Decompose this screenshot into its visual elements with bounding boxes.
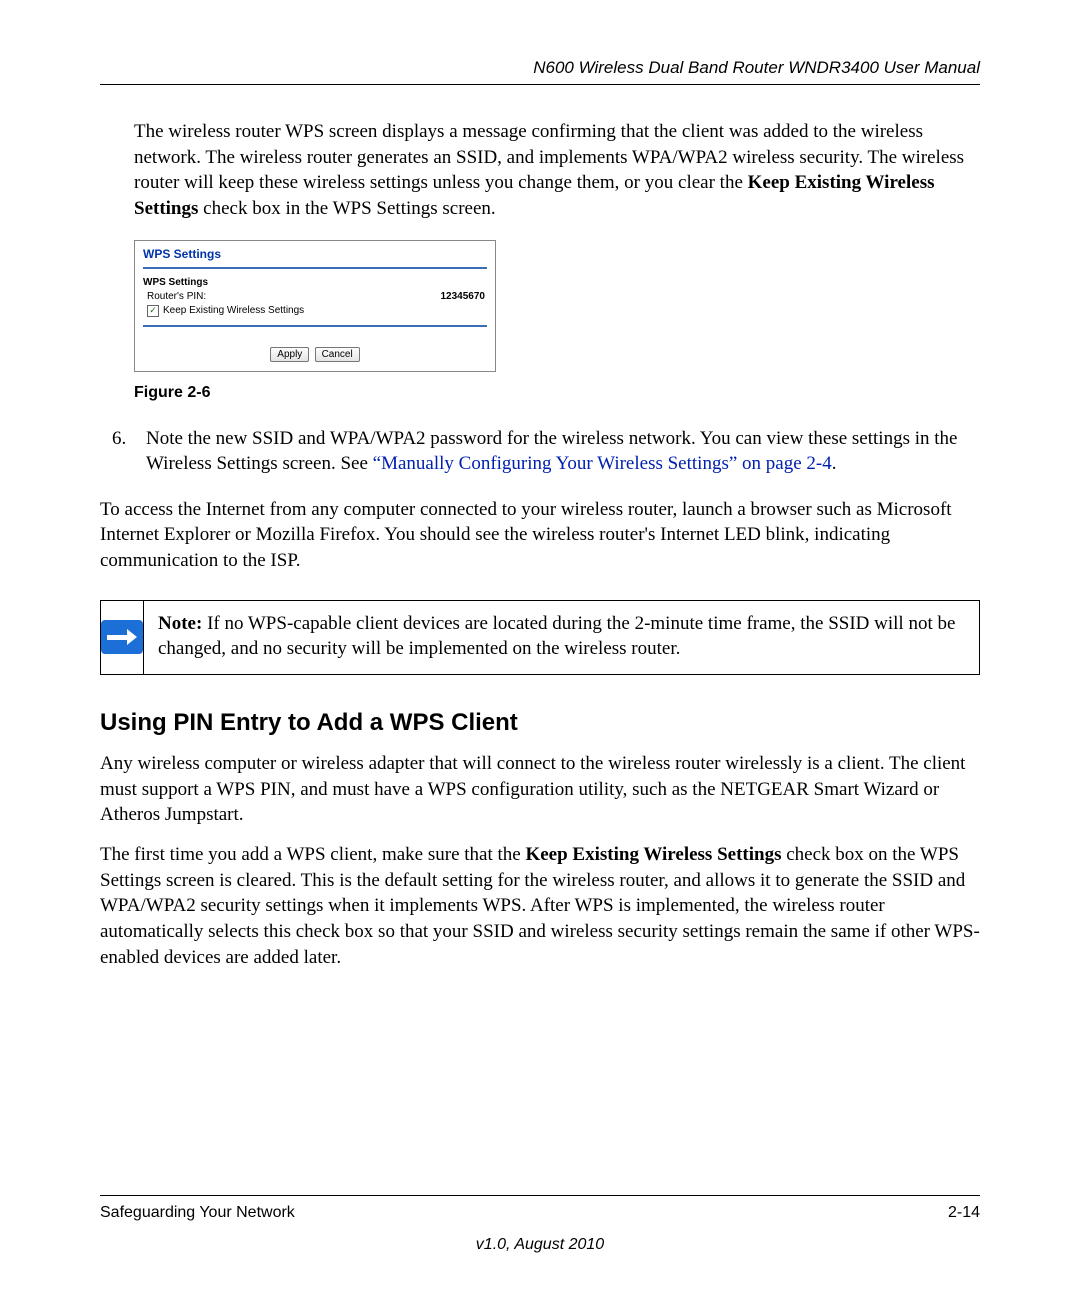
router-pin-label: Router's PIN: — [147, 291, 206, 302]
note-icon-cell — [101, 601, 144, 674]
para2-pre: The first time you add a WPS client, mak… — [100, 844, 525, 865]
pin-paragraph-2: The first time you add a WPS client, mak… — [100, 842, 980, 970]
page-header: N600 Wireless Dual Band Router WNDR3400 … — [100, 58, 980, 85]
router-pin-value: 12345670 — [441, 291, 486, 302]
para2-bold: Keep Existing Wireless Settings — [525, 844, 781, 865]
panel-title: WPS Settings — [135, 241, 495, 263]
step6-post: . — [832, 453, 837, 474]
keep-settings-checkbox[interactable]: ✓ — [147, 305, 159, 317]
note-text: Note: If no WPS-capable client devices a… — [144, 601, 979, 674]
keep-settings-label: Keep Existing Wireless Settings — [163, 305, 304, 316]
panel-divider — [143, 267, 487, 269]
cancel-button[interactable]: Cancel — [315, 347, 360, 362]
footer-right: 2-14 — [948, 1204, 980, 1222]
step-6: 6. Note the new SSID and WPA/WPA2 passwo… — [100, 426, 980, 477]
note-body: If no WPS-capable client devices are loc… — [158, 613, 955, 660]
note-label: Note: — [158, 613, 202, 634]
figure-caption: Figure 2-6 — [134, 384, 980, 402]
footer-left: Safeguarding Your Network — [100, 1204, 295, 1222]
wps-settings-panel: WPS Settings WPS Settings Router's PIN: … — [134, 240, 496, 372]
section-heading: Using PIN Entry to Add a WPS Client — [100, 709, 980, 737]
intro-paragraph: The wireless router WPS screen displays … — [134, 119, 980, 222]
manual-config-link[interactable]: “Manually Configuring Your Wireless Sett… — [373, 453, 832, 474]
apply-button[interactable]: Apply — [270, 347, 309, 362]
note-box: Note: If no WPS-capable client devices a… — [100, 600, 980, 675]
access-paragraph: To access the Internet from any computer… — [100, 497, 980, 574]
panel-divider-2 — [143, 325, 487, 327]
pin-paragraph-1: Any wireless computer or wireless adapte… — [100, 751, 980, 828]
panel-subheading: WPS Settings — [135, 277, 495, 290]
step-number: 6. — [100, 426, 146, 477]
arrow-icon — [101, 620, 143, 654]
router-pin-row: Router's PIN: 12345670 — [135, 290, 495, 303]
page-footer: Safeguarding Your Network 2-14 v1.0, Aug… — [100, 1195, 980, 1254]
footer-version: v1.0, August 2010 — [100, 1236, 980, 1254]
keep-settings-row: ✓ Keep Existing Wireless Settings — [135, 303, 495, 321]
intro-post: check box in the WPS Settings screen. — [198, 198, 495, 219]
